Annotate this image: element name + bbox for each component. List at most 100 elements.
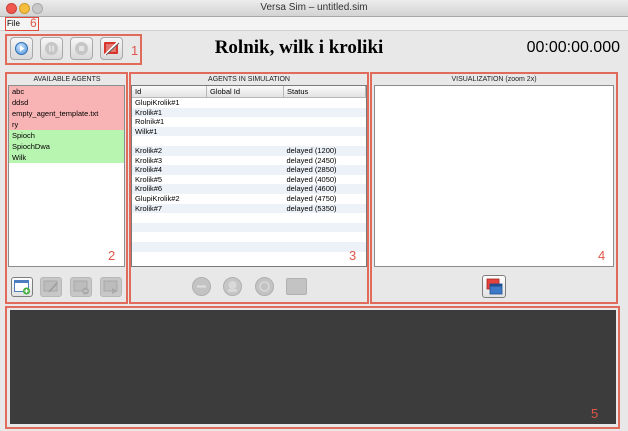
visualization-canvas[interactable] <box>374 85 614 267</box>
available-agent-item[interactable]: ddsd <box>9 97 124 108</box>
agent-inspect-button[interactable] <box>223 277 242 296</box>
cell-id: Krolik#2 <box>132 145 207 156</box>
table-row[interactable]: Krolik#4 delayed (2850) <box>132 165 366 175</box>
tools-button[interactable] <box>100 37 123 60</box>
edit-icon <box>43 280 58 293</box>
cell-id: Rolnik#1 <box>135 117 165 127</box>
table-row[interactable]: GlupiKrolik#1 <box>132 98 366 108</box>
empty-table-row <box>132 222 366 233</box>
simulation-clock: 00:00:00.000 <box>526 39 620 56</box>
restart-agent-button[interactable] <box>255 277 274 296</box>
add-agent-button[interactable] <box>11 277 33 297</box>
cell-status <box>284 117 366 127</box>
window-title: Versa Sim – untitled.sim <box>260 2 368 13</box>
pause-icon <box>45 42 58 55</box>
annotation-number-1: 1 <box>131 43 139 58</box>
column-header-status[interactable]: Status <box>283 86 366 98</box>
available-agents-title: AVAILABLE AGENTS <box>33 76 101 83</box>
remove-agent-button[interactable] <box>70 277 92 297</box>
simulation-title: Rolnik, wilk i kroliki <box>214 37 384 58</box>
close-window-button[interactable] <box>6 3 17 14</box>
zoom-window-button[interactable] <box>32 3 43 14</box>
cell-global-id <box>206 203 284 214</box>
visualization-title: VISUALIZATION (zoom 2x) <box>451 76 537 83</box>
available-agent-item[interactable]: Spioch <box>9 130 124 141</box>
agent-window-button[interactable] <box>286 278 307 295</box>
table-row[interactable]: Krolik#3 delayed (2450) <box>132 156 366 166</box>
available-agent-item[interactable]: SpiochDwa <box>9 141 124 152</box>
table-row[interactable]: Krolik#2 delayed (1200) <box>132 145 366 156</box>
title-bar: Versa Sim – untitled.sim <box>0 0 628 17</box>
cell-id: Krolik#4 <box>132 165 207 175</box>
minimize-window-button[interactable] <box>19 3 30 14</box>
table-row[interactable]: Krolik#1 <box>132 107 366 118</box>
cell-id: Krolik#6 <box>132 184 207 194</box>
deploy-agent-button[interactable] <box>100 277 122 297</box>
new-agent-icon <box>14 280 30 295</box>
cell-status: delayed (1200) <box>283 145 366 156</box>
cell-global-id <box>206 126 284 137</box>
minus-icon <box>197 285 206 288</box>
agent-face-icon <box>228 281 237 292</box>
windows-icon <box>486 278 503 295</box>
agents-in-simulation-table[interactable]: Id Global Id Status GlupiKrolik#1 Krolik#… <box>131 85 367 267</box>
table-row[interactable]: GlupiKrolik#2 delayed (4750) <box>132 194 366 204</box>
cell-status: delayed (2850) <box>283 165 366 175</box>
cell-status: delayed (4600) <box>283 184 366 194</box>
available-agent-item[interactable]: ry <box>9 119 124 130</box>
cell-global-id <box>207 136 284 146</box>
log-console[interactable] <box>10 310 616 424</box>
menu-bar: File <box>0 17 628 31</box>
cell-status <box>284 136 366 146</box>
cell-id: GlupiKrolik#2 <box>135 193 180 203</box>
column-header-global-id[interactable]: Global Id <box>206 86 284 98</box>
cell-global-id <box>206 145 284 156</box>
table-row[interactable]: Krolik#5 delayed (4050) <box>132 175 366 185</box>
cell-global-id <box>206 165 284 175</box>
remove-agent-icon <box>73 280 89 295</box>
cell-id: Wilk#1 <box>132 126 207 137</box>
annotation-number-4: 4 <box>598 248 606 263</box>
edit-agent-button[interactable] <box>40 277 62 297</box>
table-row[interactable] <box>132 136 366 146</box>
table-header-row: Id Global Id Status <box>132 86 366 98</box>
available-agent-item[interactable]: abc <box>9 86 124 97</box>
cell-status: delayed (5350) <box>283 203 366 214</box>
cell-id <box>132 136 207 146</box>
column-header-id[interactable]: Id <box>132 86 207 98</box>
table-row[interactable]: Rolnik#1 <box>132 117 366 127</box>
available-agent-item[interactable]: empty_agent_template.txt <box>9 108 124 119</box>
annotation-number-6: 6 <box>30 16 37 30</box>
cell-global-id <box>207 156 284 166</box>
cell-status: delayed (4750) <box>286 193 337 203</box>
cell-status <box>284 98 366 108</box>
empty-table-row <box>132 252 366 262</box>
agents-in-simulation-title: AGENTS IN SIMULATION <box>208 76 290 83</box>
table-row[interactable]: Krolik#6 delayed (4600) <box>132 184 366 194</box>
annotation-number-3: 3 <box>349 248 357 263</box>
annotation-number-5: 5 <box>591 406 599 421</box>
empty-table-row <box>132 241 366 252</box>
refresh-icon <box>259 281 270 292</box>
cell-status: delayed (2450) <box>286 155 337 165</box>
available-agent-item[interactable]: Wilk <box>9 152 124 163</box>
cell-status: delayed (4050) <box>286 174 337 184</box>
cell-global-id <box>207 194 284 204</box>
tools-icon <box>104 41 120 56</box>
visualization-window-button[interactable] <box>482 275 506 298</box>
stop-icon <box>75 42 88 55</box>
table-row[interactable]: Krolik#7 delayed (5350) <box>132 203 366 214</box>
stop-button[interactable] <box>70 37 93 60</box>
available-agents-list[interactable]: abc ddsd empty_agent_template.txt ry Spioch S… <box>8 85 125 267</box>
pause-button[interactable] <box>40 37 63 60</box>
remove-from-simulation-button[interactable] <box>192 277 211 296</box>
cell-global-id <box>206 107 284 118</box>
empty-table-row <box>132 232 366 242</box>
app-window: Versa Sim – untitled.sim File 6 1 Rolnik… <box>0 0 628 431</box>
arrow-right-icon <box>103 280 118 294</box>
annotation-number-2: 2 <box>108 248 116 263</box>
play-button[interactable] <box>10 37 33 60</box>
cell-global-id <box>206 184 284 194</box>
table-row[interactable]: Wilk#1 <box>132 126 366 137</box>
cell-id: Krolik#5 <box>135 174 163 184</box>
